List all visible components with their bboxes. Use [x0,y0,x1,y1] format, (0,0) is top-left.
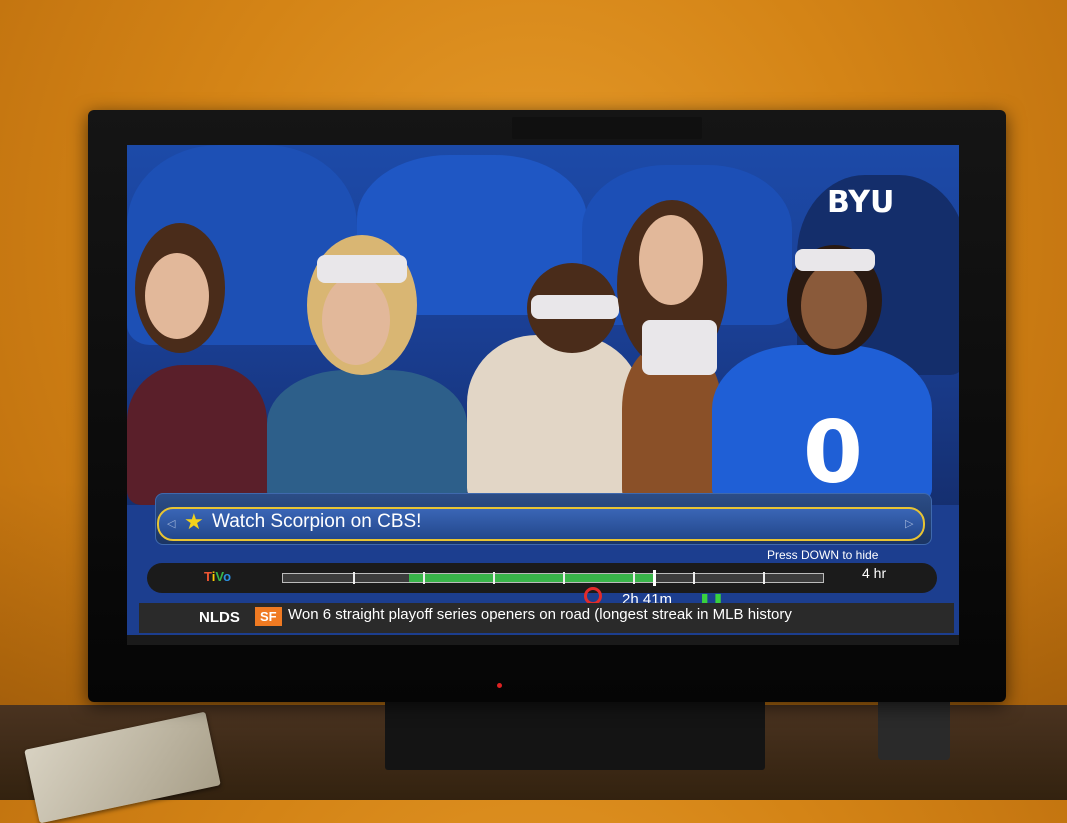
timeline-tick [633,572,635,584]
fan-5-headband [795,249,875,271]
fan-2-face [322,275,390,365]
banner-message: Watch Scorpion on CBS! [212,511,422,532]
timeline-tick [353,572,355,584]
tv-stand [385,690,765,770]
fan-4-scarf [642,320,717,375]
fan-1-face [145,253,209,339]
progress-fill [409,574,653,582]
tv-screen: BYU 0 ◁ ▷ ★ Watch Scorpion on CBS! Press… [127,145,959,645]
tivo-logo-letter: o [223,569,232,584]
timeline-tick [563,572,565,584]
ticker-team-badge: SF [255,607,282,626]
progress-timeline[interactable] [282,570,824,586]
total-duration: 4 hr [862,565,887,581]
fan-5-face [801,263,867,349]
shirt-number: 0 [803,403,863,503]
screen-edge [127,635,959,645]
chevron-right-icon[interactable]: ▷ [905,517,913,530]
tivo-logo: TiVo [204,569,231,584]
tv-camera [512,117,702,139]
fan-3 [467,335,642,505]
chevron-left-icon[interactable]: ◁ [167,517,175,530]
star-icon: ★ [184,509,204,534]
playhead[interactable] [653,570,656,586]
fan-2 [267,370,467,505]
fan-4-face [639,215,703,305]
timeline-tick [693,572,695,584]
fan-2-headband [317,255,407,283]
tivo-logo-letter: V [215,569,224,584]
tivo-logo-letter: T [204,569,212,584]
timeline-tick [763,572,765,584]
hide-hint: Press DOWN to hide [767,548,879,562]
fan-1 [127,365,267,505]
fan-3-headband [531,295,619,319]
ticker-headline: Won 6 straight playoff series openers on… [288,606,792,623]
timeline-tick [493,572,495,584]
ticker-league: NLDS [199,609,240,626]
byu-shirt-text: BYU [827,185,895,220]
timeline-tick [423,572,425,584]
power-led-icon [497,683,502,688]
